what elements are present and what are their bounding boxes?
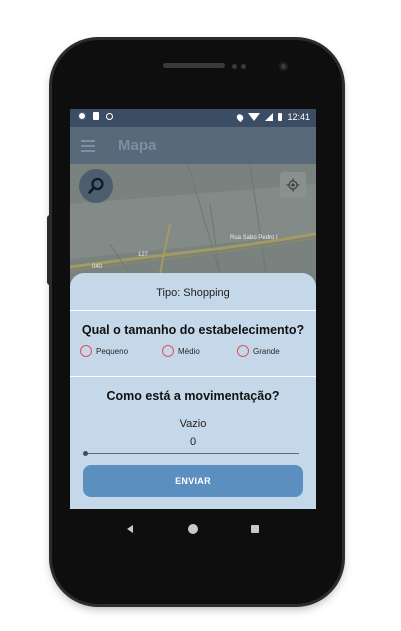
settings-icon	[78, 112, 86, 120]
movement-slider[interactable]	[83, 451, 299, 456]
battery-icon	[278, 113, 283, 121]
device-scene: 12:41 Mapa Rua Sabo Pedro I 127 040 Tipo…	[0, 0, 401, 631]
movement-question: Como está a movimentação?	[106, 389, 280, 403]
road-label: 040	[92, 264, 103, 270]
wifi-icon	[248, 113, 261, 121]
submit-button[interactable]: ENVIAR	[83, 465, 303, 497]
street-label: Rua Sabo Pedro I	[230, 235, 278, 241]
my-location-button[interactable]	[280, 172, 306, 198]
menu-icon[interactable]	[81, 140, 95, 152]
radio-button-unchecked[interactable]	[237, 345, 249, 357]
slider-thumb[interactable]	[83, 451, 88, 456]
app-title: Mapa	[118, 137, 157, 154]
status-bar: 12:41	[70, 109, 316, 127]
phone-screen: 12:41 Mapa Rua Sabo Pedro I 127 040 Tipo…	[70, 109, 316, 509]
earpiece-speaker	[163, 63, 225, 68]
size-option-large[interactable]: Grande	[237, 345, 280, 357]
size-option-small[interactable]: Pequeno	[80, 345, 128, 357]
search-button[interactable]	[79, 169, 113, 203]
sync-icon	[106, 112, 113, 120]
search-icon	[88, 177, 104, 194]
back-icon[interactable]	[127, 525, 133, 533]
movement-value: 0	[189, 436, 197, 448]
sd-card-icon	[93, 112, 99, 120]
size-option-label: Pequeno	[96, 346, 129, 356]
app-bar: Mapa	[70, 127, 316, 164]
road-label: 127	[138, 252, 149, 258]
proximity-sensor	[232, 64, 237, 69]
movement-level-label: Vazio	[179, 418, 207, 430]
radio-button-unchecked[interactable]	[80, 345, 92, 357]
recents-icon[interactable]	[251, 525, 259, 533]
location-icon	[235, 112, 246, 122]
size-option-label: Médio	[178, 346, 200, 356]
place-info-sheet: Tipo: Shopping Qual o tamanho do estabel…	[70, 273, 316, 509]
front-camera	[279, 62, 288, 71]
place-type-label: Tipo: Shopping	[156, 287, 230, 299]
navigation-bar	[70, 509, 316, 549]
size-question: Qual o tamanho do estabelecimento?	[81, 323, 305, 337]
radio-button-unchecked[interactable]	[162, 345, 174, 357]
size-option-medium[interactable]: Médio	[162, 345, 200, 357]
light-sensor	[241, 64, 246, 69]
home-icon[interactable]	[188, 524, 198, 534]
size-radio-group: Pequeno Médio Grande	[80, 345, 310, 359]
status-time: 12:41	[287, 112, 310, 122]
divider	[70, 376, 316, 377]
signal-icon	[265, 113, 274, 121]
size-option-label: Grande	[253, 346, 280, 356]
crosshair-icon	[286, 178, 300, 192]
divider	[70, 310, 316, 311]
